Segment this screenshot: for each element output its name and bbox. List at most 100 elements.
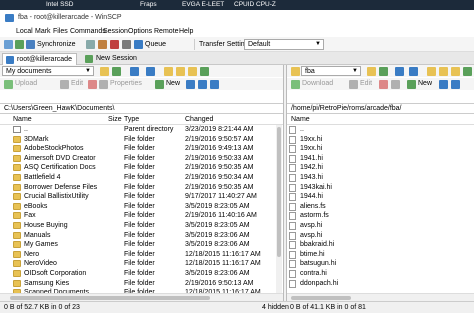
console-icon[interactable] — [98, 40, 107, 49]
table-row[interactable]: .. — [287, 125, 474, 135]
remote-horizontal-scrollbar[interactable] — [287, 293, 474, 301]
properties-button[interactable]: Properties — [110, 80, 142, 87]
add-icon[interactable] — [4, 40, 13, 49]
menu-help[interactable]: Help — [179, 28, 193, 35]
table-row[interactable]: 1941.hi — [287, 154, 474, 164]
table-row[interactable]: 1942.hi — [287, 163, 474, 173]
menu-options[interactable]: Options — [128, 28, 152, 35]
table-row[interactable]: 1944.hi — [287, 192, 474, 202]
refresh-icon[interactable] — [463, 67, 472, 76]
menu-session[interactable]: Session — [103, 28, 128, 35]
taskbar-item-evga[interactable]: EVGA E-LEET — [182, 1, 224, 8]
table-row[interactable]: AdobeStockPhotos File folder 2/19/2016 9:4… — [0, 144, 283, 154]
table-row[interactable]: My Games File folder 3/5/2019 8:23:06 AM — [0, 240, 283, 250]
table-row[interactable]: Manuals File folder 3/5/2019 8:23:06 AM — [0, 231, 283, 241]
properties-icon[interactable] — [391, 80, 400, 89]
menu-mark[interactable]: Mark — [35, 28, 51, 35]
table-row[interactable]: Borrower Defense Files File folder 2/19/20… — [0, 183, 283, 193]
new-button[interactable]: New — [166, 80, 180, 87]
table-row[interactable]: bbakraid.hi — [287, 240, 474, 250]
table-row[interactable]: House Buying File folder 3/5/2019 8:23:05 … — [0, 221, 283, 231]
table-row[interactable]: avsp.hi — [287, 221, 474, 231]
table-row[interactable]: aliens.fs — [287, 202, 474, 212]
table-row[interactable]: astorm.fs — [287, 211, 474, 221]
synchronize-icon[interactable] — [26, 40, 35, 49]
table-row[interactable]: contra.hi — [287, 269, 474, 279]
forward-icon[interactable] — [146, 67, 155, 76]
table-row[interactable]: avsp.hi — [287, 231, 474, 241]
delete-icon[interactable] — [88, 80, 97, 89]
parent-dir-icon[interactable] — [427, 67, 436, 76]
deselect-icon[interactable] — [451, 80, 460, 89]
menu-local[interactable]: Local — [16, 28, 33, 35]
back-icon[interactable] — [395, 67, 404, 76]
table-row[interactable]: Crucial BallistixUtility File folder 9/17/… — [0, 192, 283, 202]
new-button[interactable]: New — [418, 80, 432, 87]
refresh-icon[interactable] — [200, 67, 209, 76]
home-dir-icon[interactable] — [188, 67, 197, 76]
column-type[interactable]: Type — [124, 116, 139, 123]
properties-icon[interactable] — [99, 80, 108, 89]
taskbar-item-cpuz[interactable]: CPUID CPU-Z — [234, 1, 276, 8]
queue-button[interactable]: Queue — [145, 41, 166, 48]
table-row[interactable]: .. Parent directory 3/23/2019 8:21:44 AM — [0, 125, 283, 135]
queue-icon[interactable] — [134, 40, 143, 49]
remote-path[interactable]: /home/pi/RetroPie/roms/arcade/fba/ — [287, 103, 474, 114]
menu-files[interactable]: Files — [53, 28, 68, 35]
local-location-select[interactable]: My documents ▼ — [2, 66, 94, 76]
compare-icon[interactable] — [15, 40, 24, 49]
table-row[interactable]: ASQ Certification Docs File folder 2/19/20… — [0, 163, 283, 173]
sync-browsing-icon[interactable] — [86, 40, 95, 49]
local-vertical-scrollbar[interactable] — [276, 125, 282, 301]
new-icon[interactable] — [155, 80, 164, 89]
column-changed[interactable]: Changed — [185, 116, 213, 123]
edit-icon[interactable] — [349, 80, 358, 89]
open-folder-icon[interactable] — [367, 67, 376, 76]
putty-icon[interactable] — [110, 40, 119, 49]
forward-icon[interactable] — [409, 67, 418, 76]
root-dir-icon[interactable] — [176, 67, 185, 76]
download-icon[interactable] — [291, 80, 300, 89]
taskbar-item-fraps[interactable]: Fraps — [140, 1, 157, 8]
table-row[interactable]: ddonpach.hi — [287, 279, 474, 289]
edit-button[interactable]: Edit — [360, 80, 372, 87]
transfer-settings-select[interactable]: Default ▼ — [244, 39, 324, 50]
table-row[interactable]: Fax File folder 2/19/2016 11:40:16 AM — [0, 211, 283, 221]
scrollbar-thumb[interactable] — [10, 296, 210, 300]
table-row[interactable]: Samsung Kies File folder 2/19/2016 9:50:13… — [0, 279, 283, 289]
menu-commands[interactable]: Commands — [70, 28, 106, 35]
menu-remote[interactable]: Remote — [154, 28, 179, 35]
column-size[interactable]: Size — [108, 116, 122, 123]
upload-button[interactable]: Upload — [15, 80, 37, 87]
table-row[interactable]: 19xx.hi — [287, 135, 474, 145]
tab-session[interactable]: root@killerarcade — [2, 53, 77, 65]
scrollbar-thumb[interactable] — [277, 127, 281, 257]
edit-icon[interactable] — [60, 80, 69, 89]
column-name[interactable]: Name — [291, 116, 310, 123]
table-row[interactable]: 19xx.hi — [287, 144, 474, 154]
table-row[interactable]: batsugun.hi — [287, 259, 474, 269]
select-all-icon[interactable] — [439, 80, 448, 89]
table-row[interactable]: eBooks File folder 3/5/2019 8:23:05 AM — [0, 202, 283, 212]
delete-icon[interactable] — [379, 80, 388, 89]
filter-icon[interactable] — [112, 67, 121, 76]
table-row[interactable]: Aimersoft DVD Creator File folder 2/19/201… — [0, 154, 283, 164]
table-row[interactable]: Nero File folder 12/18/2015 11:16:17 AM — [0, 250, 283, 260]
tab-new-session[interactable]: New Session — [82, 53, 141, 65]
parent-dir-icon[interactable] — [164, 67, 173, 76]
scrollbar-thumb[interactable] — [291, 296, 351, 300]
table-row[interactable]: OIDsoft Corporation File folder 3/5/2019 8… — [0, 269, 283, 279]
local-path[interactable]: C:\Users\Green_HawK\Documents\ — [0, 103, 283, 114]
table-row[interactable]: NeroVideo File folder 12/18/2015 11:16:17 … — [0, 259, 283, 269]
new-icon[interactable] — [407, 80, 416, 89]
open-folder-icon[interactable] — [100, 67, 109, 76]
select-all-icon[interactable] — [186, 80, 195, 89]
home-dir-icon[interactable] — [451, 67, 460, 76]
filter-icon[interactable] — [379, 67, 388, 76]
taskbar-item-ssd[interactable]: Intel SSD — [46, 1, 73, 8]
table-row[interactable]: 1943.hi — [287, 173, 474, 183]
table-row[interactable]: 1943kai.hi — [287, 183, 474, 193]
table-row[interactable]: 3DMark File folder 2/19/2016 9:50:57 AM — [0, 135, 283, 145]
upload-icon[interactable] — [4, 80, 13, 89]
edit-button[interactable]: Edit — [71, 80, 83, 87]
